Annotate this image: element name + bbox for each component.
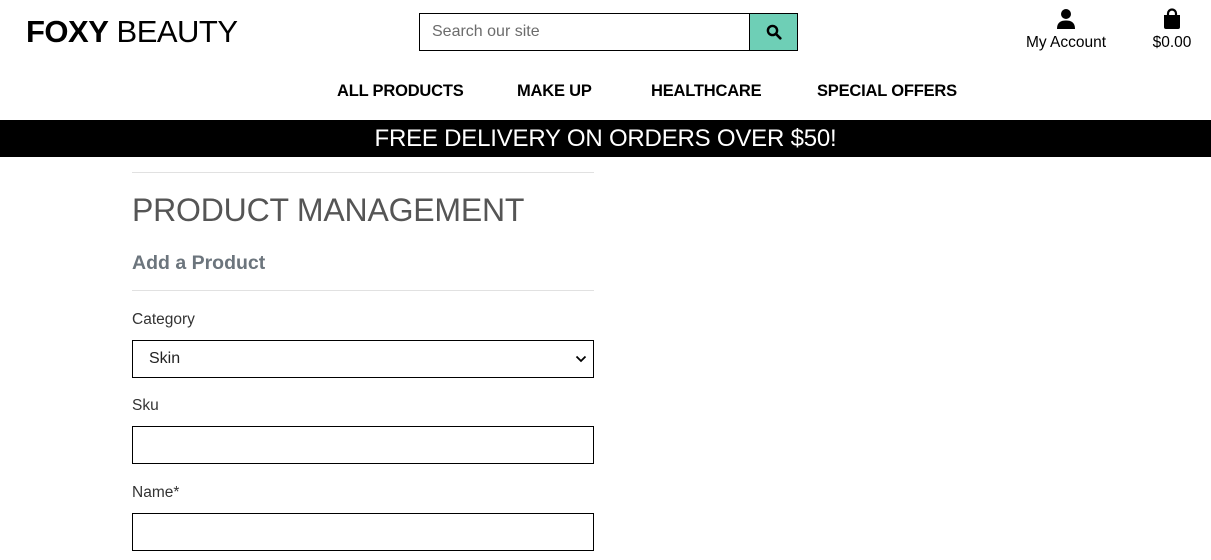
category-label: Category — [132, 311, 195, 328]
brand-logo[interactable]: FOXY BEAUTY — [26, 14, 238, 50]
my-account-link[interactable]: My Account — [1018, 8, 1114, 52]
bag-total: $0.00 — [1152, 34, 1192, 51]
shopping-bag-link[interactable]: $0.00 — [1146, 8, 1198, 52]
main-navigation: ALL PRODUCTS MAKE UP HEALTHCARE SPECIAL … — [0, 82, 1211, 104]
nav-healthcare[interactable]: HEALTHCARE — [651, 82, 762, 101]
shopping-bag-icon — [1146, 8, 1198, 33]
search-button[interactable] — [749, 13, 798, 51]
brand-logo-bold: FOXY — [26, 14, 109, 49]
search-icon — [766, 24, 782, 40]
delivery-banner: FREE DELIVERY ON ORDERS OVER $50! — [0, 120, 1211, 157]
product-management-section: PRODUCT MANAGEMENT Add a Product Categor… — [132, 172, 594, 551]
chevron-down-icon — [575, 341, 587, 377]
nav-make-up[interactable]: MAKE UP — [517, 82, 592, 101]
sku-field[interactable] — [132, 426, 594, 464]
search-form — [419, 13, 798, 51]
brand-logo-light: BEAUTY — [108, 14, 239, 49]
search-input[interactable] — [419, 13, 749, 51]
divider — [132, 290, 594, 291]
my-account-label: My Account — [1025, 34, 1107, 51]
page-title: PRODUCT MANAGEMENT — [132, 192, 525, 228]
name-label: Name* — [132, 484, 180, 501]
page-subtitle: Add a Product — [132, 252, 266, 274]
nav-all-products[interactable]: ALL PRODUCTS — [337, 82, 464, 101]
nav-special-offers[interactable]: SPECIAL OFFERS — [817, 82, 957, 101]
site-header: FOXY BEAUTY My Account $0.00 — [0, 0, 1211, 120]
divider — [132, 172, 594, 173]
user-icon — [1018, 8, 1114, 33]
category-select[interactable]: Skin — [132, 340, 594, 378]
name-field[interactable] — [132, 513, 594, 551]
category-selected-value: Skin — [149, 350, 181, 367]
sku-label: Sku — [132, 397, 159, 414]
